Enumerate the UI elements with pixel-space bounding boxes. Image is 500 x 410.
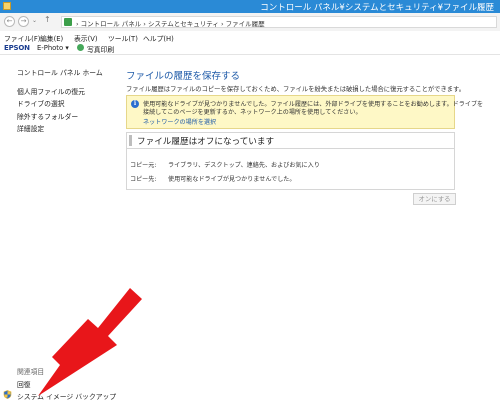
copy-to-label: コピー先: — [130, 176, 157, 183]
select-network-location-link[interactable]: ネットワークの場所を選択 — [143, 117, 216, 126]
address-field[interactable]: › コントロール パネル › システムとセキュリティ › ファイル履歴 — [61, 16, 497, 28]
warning-text-line2: 接続してこのページを更新するか、ネットワーク上の場所を使用してください。 — [143, 109, 362, 116]
warning-box: i 使用可能なドライブが見つかりませんでした。ファイル履歴には、外部ドライブを使… — [126, 95, 483, 129]
page-title: ファイルの履歴を保存する — [126, 71, 241, 82]
forward-button[interactable]: → — [18, 16, 29, 27]
shield-icon — [3, 390, 12, 399]
sidebar-item-exclude-folders[interactable]: 除外するフォルダー — [17, 111, 78, 121]
sidebar-item-select-drive[interactable]: ドライブの選択 — [17, 98, 65, 108]
ephoto-label[interactable]: E-Photo ▾ — [37, 44, 69, 52]
related-header: 関連項目 — [17, 368, 45, 376]
related-recovery-link[interactable]: 回復 — [17, 379, 31, 389]
back-button[interactable]: ← — [4, 16, 15, 27]
menu-bar: ファイル(F) 編集(E) 表示(V) ツール(T) ヘルプ(H) — [0, 31, 500, 43]
copy-from-value: ライブラリ、デスクトップ、連絡先、およびお気に入り — [168, 162, 320, 169]
status-header: ファイル履歴はオフになっています — [127, 133, 454, 149]
window-title: コントロール パネル¥システムとセキュリティ¥ファイル履歴 — [260, 3, 494, 13]
sidebar-item-advanced[interactable]: 詳細設定 — [17, 123, 44, 133]
title-bar: コントロール パネル¥システムとセキュリティ¥ファイル履歴 — [0, 0, 500, 13]
status-title: ファイル履歴はオフになっています — [137, 137, 275, 147]
arrow-shape — [38, 288, 142, 396]
photo-print-button[interactable]: 写真印刷 — [87, 44, 114, 54]
address-bar: ← → ⌄ ↑ › コントロール パネル › システムとセキュリティ › ファイ… — [0, 13, 500, 32]
dropdown-arrow-icon[interactable]: ▾ — [65, 44, 68, 52]
epson-logo: EPSON — [4, 44, 30, 52]
sidebar-item-restore[interactable]: 個人用ファイルの復元 — [17, 86, 85, 96]
turn-on-button[interactable]: オンにする — [413, 193, 456, 205]
ephoto-name: E-Photo — [37, 44, 64, 52]
globe-icon — [77, 44, 84, 51]
info-icon: i — [131, 100, 139, 108]
sidebar-home-link[interactable]: コントロール パネル ホーム — [17, 67, 103, 77]
status-panel: ファイル履歴はオフになっています コピー元: ライブラリ、デスクトップ、連絡先、… — [126, 132, 455, 190]
folder-icon — [3, 2, 11, 10]
copy-from-label: コピー元: — [130, 162, 157, 169]
control-panel-icon — [64, 18, 72, 26]
breadcrumb[interactable]: › コントロール パネル › システムとセキュリティ › ファイル履歴 — [76, 18, 265, 28]
status-indicator — [129, 135, 132, 146]
related-system-image-backup-link[interactable]: システム イメージ バックアップ — [17, 391, 116, 401]
copy-to-value: 使用可能なドライブが見つかりませんでした。 — [168, 176, 296, 183]
epson-toolbar: EPSON E-Photo ▾ 写真印刷 — [0, 42, 500, 55]
page-description: ファイル履歴はファイルのコピーを保存しておくため、ファイルを紛失または破損した場… — [126, 86, 466, 93]
up-button[interactable]: ↑ — [44, 15, 51, 24]
recent-locations-button[interactable]: ⌄ — [32, 17, 37, 24]
red-arrow-annotation — [38, 288, 142, 396]
